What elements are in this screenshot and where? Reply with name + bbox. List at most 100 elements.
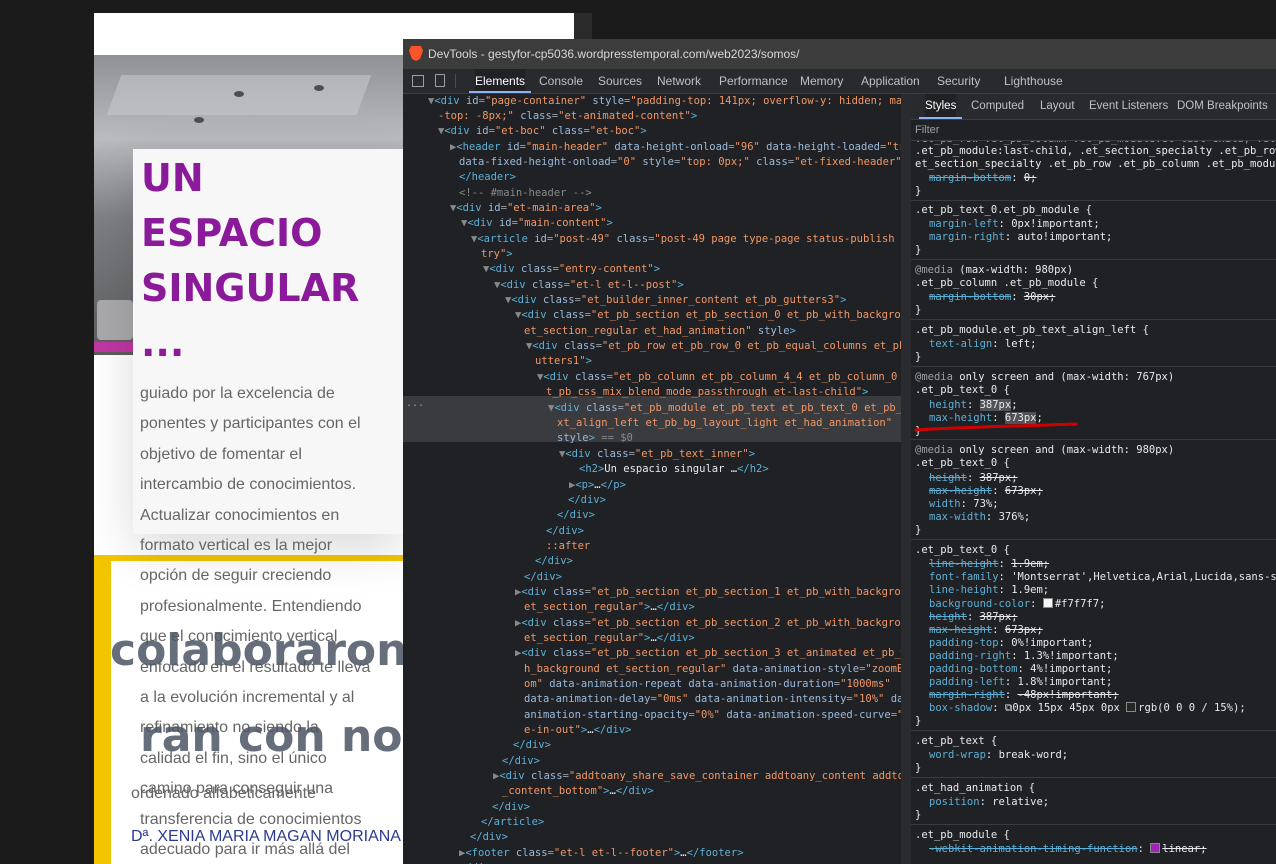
dom-line[interactable]: ▼<div id="et-boc" class="et-boc">	[438, 124, 647, 139]
styles-filter-input[interactable]	[915, 122, 1255, 138]
dom-line[interactable]: ▶<div class="addtoany_share_save_contain…	[493, 769, 901, 784]
css-declaration[interactable]: padding-left: 1.8%!important;	[929, 676, 1112, 689]
css-declaration[interactable]: margin-right: -48px!important;	[929, 689, 1119, 702]
dom-line[interactable]: </div>	[513, 738, 551, 753]
css-declaration[interactable]: -webkit-animation-timing-function: linea…	[929, 843, 1207, 856]
tab-performance[interactable]: Performance	[719, 69, 788, 93]
node-actions-ellipsis[interactable]: ...	[406, 396, 424, 411]
dom-line[interactable]: ▶<footer class="et-l et-l--footer">…</fo…	[459, 846, 744, 861]
dom-line[interactable]: animation-starting-opacity="0%" data-ani…	[524, 708, 901, 723]
dom-line[interactable]: om" data-animation-repeat data-animation…	[524, 677, 891, 692]
tab-lighthouse[interactable]: Lighthouse	[1004, 69, 1063, 93]
dom-line[interactable]: et_section_regular">…</div>	[524, 631, 695, 646]
dom-line[interactable]: try">	[481, 247, 513, 262]
css-declaration[interactable]: padding-right: 1.3%!important;	[929, 650, 1119, 663]
dom-line[interactable]: </div>	[502, 754, 540, 769]
dom-line[interactable]: ▼<div class="et_pb_column et_pb_column_4…	[537, 370, 901, 385]
css-declaration[interactable]: line-height: 1.9em;	[929, 558, 1049, 571]
color-swatch-icon[interactable]	[1042, 598, 1053, 608]
css-declaration[interactable]: font-family: 'Montserrat',Helvetica,Aria…	[929, 571, 1276, 584]
dom-line[interactable]: t_pb_css_mix_blend_mode_passthrough et-l…	[546, 385, 868, 400]
dom-line[interactable]: </article>	[481, 815, 544, 830]
dom-line[interactable]: </div>	[535, 554, 573, 569]
person-name-link[interactable]: Dª. XENIA MARIA MAGAN MORIANA	[131, 828, 401, 846]
subtab-layout[interactable]: Layout	[1040, 94, 1075, 119]
tab-network[interactable]: Network	[657, 69, 701, 93]
dom-line[interactable]: ▼<div class="et_pb_row et_pb_row_0 et_pb…	[526, 339, 901, 354]
dom-line[interactable]: et_section_regular">…</div>	[524, 600, 695, 615]
dom-line[interactable]: </div>	[492, 800, 530, 815]
tab-application[interactable]: Application	[861, 69, 920, 93]
tab-sources[interactable]: Sources	[598, 69, 642, 93]
css-declaration[interactable]: margin-right: auto!important;	[929, 231, 1112, 244]
dom-line-selected[interactable]: ▼<div class="et_pb_module et_pb_text et_…	[548, 401, 901, 416]
dom-line[interactable]: </div>	[470, 830, 508, 845]
dom-line[interactable]: utters1">	[535, 354, 592, 369]
tab-security[interactable]: Security	[937, 69, 980, 93]
dom-line[interactable]: </div>	[524, 570, 562, 585]
dom-line[interactable]: ▶<header id="main-header" data-height-on…	[450, 140, 901, 155]
dom-line[interactable]: ▼<div id="main-content">	[461, 216, 613, 231]
subtab-styles[interactable]: Styles	[918, 94, 963, 119]
dom-line[interactable]: _content_bottom">…</div>	[502, 784, 654, 799]
css-declaration[interactable]: height: 387px;	[929, 399, 1018, 412]
dom-line[interactable]: ▶<div class="et_pb_section et_pb_section…	[515, 646, 901, 661]
dom-line[interactable]: data-animation-delay="0ms" data-animatio…	[524, 692, 901, 707]
dom-line[interactable]: ▼<div class="et-l et-l--post">	[494, 278, 684, 293]
dom-line[interactable]: ▼<div class="entry-content">	[483, 262, 660, 277]
dom-line[interactable]: </div>	[568, 493, 606, 508]
dom-line[interactable]: -top: -8px;" class="et-animated-content"…	[438, 109, 697, 124]
dom-line-selected[interactable]: xt_align_left et_pb_bg_layout_light et_h…	[557, 416, 892, 431]
css-declaration[interactable]: max-width: 376%;	[929, 511, 1030, 524]
subtab-event-listeners[interactable]: Event Listeners	[1089, 94, 1168, 119]
dom-line[interactable]: ▶<div class="et_pb_section et_pb_section…	[515, 616, 901, 631]
dom-line[interactable]: ▼<div class="et_pb_text_inner">	[559, 447, 755, 462]
css-declaration[interactable]: padding-top: 0%!important;	[929, 637, 1093, 650]
dom-line[interactable]: ▼<div class="et_pb_section et_pb_section…	[515, 308, 901, 323]
dom-line[interactable]: h_background et_section_regular" data-an…	[524, 662, 901, 677]
dom-line-selected[interactable]: style> == $0	[557, 431, 633, 446]
color-swatch-icon[interactable]	[1126, 702, 1137, 712]
css-declaration[interactable]: box-shadow: ⧉0px 15px 45px 0px rgb(0 0 0…	[929, 702, 1246, 715]
tab-console[interactable]: Console	[539, 69, 583, 93]
dom-line[interactable]: ▶<div class="et_pb_section et_pb_section…	[515, 585, 901, 600]
dom-line[interactable]: data-fixed-height-onload="0" style="top:…	[459, 155, 901, 170]
dom-line[interactable]: </div>	[557, 508, 595, 523]
easing-swatch-icon[interactable]	[1150, 843, 1161, 853]
dom-line[interactable]: ::after	[546, 539, 590, 554]
css-declaration[interactable]: padding-bottom: 4%!important;	[929, 663, 1112, 676]
css-declaration[interactable]: height: 387px;	[929, 472, 1018, 485]
css-declaration[interactable]: width: 73%;	[929, 498, 999, 511]
dom-line[interactable]: ▼<div id="et-main-area">	[450, 201, 602, 216]
css-declaration[interactable]: line-height: 1.9em;	[929, 584, 1049, 597]
dom-line[interactable]: ▶<p>…</p>	[569, 478, 626, 493]
elements-dom-tree[interactable]: ... ▼<div id="page-container" style="pad…	[403, 94, 901, 864]
dom-line[interactable]: et_section_regular et_had_animation" sty…	[524, 324, 796, 339]
subtab-dom-breakpoints[interactable]: DOM Breakpoints	[1177, 94, 1268, 119]
css-declaration[interactable]: max-height: 673px;	[929, 485, 1043, 498]
dom-line[interactable]: e-in-out">…</div>	[524, 723, 632, 738]
elements-scrollbar[interactable]	[901, 94, 911, 864]
css-declaration[interactable]: background-color: #f7f7f7;	[929, 598, 1105, 611]
css-declaration[interactable]: text-align: left;	[929, 338, 1036, 351]
tab-memory[interactable]: Memory	[800, 69, 843, 93]
css-declaration[interactable]: margin-bottom: 0;	[929, 172, 1037, 185]
css-rules-list[interactable]: .et_pb_row .et_pb_column .et_pb_module.e…	[911, 141, 1276, 864]
css-declaration[interactable]: margin-bottom: 30px;	[929, 291, 1055, 304]
dom-line[interactable]: </header>	[459, 170, 516, 185]
inspect-element-icon[interactable]	[412, 75, 424, 87]
tab-elements[interactable]: Elements	[468, 69, 532, 93]
dom-line[interactable]: ▼<article id="post-49" class="post-49 pa…	[471, 232, 901, 247]
dom-line[interactable]: <h2>Un espacio singular …</h2>	[579, 462, 769, 477]
css-declaration[interactable]: margin-left: 0px!important;	[929, 218, 1100, 231]
dom-line[interactable]: ▼<div id="page-container" style="padding…	[428, 94, 901, 109]
dom-line[interactable]: ▼<div class="et_builder_inner_content et…	[505, 293, 846, 308]
subtab-computed[interactable]: Computed	[971, 94, 1024, 119]
dom-line[interactable]: <!-- #main-header -->	[459, 186, 592, 201]
css-declaration[interactable]: word-wrap: break-word;	[929, 749, 1068, 762]
css-declaration[interactable]: max-height: 673px;	[929, 624, 1043, 637]
dom-line[interactable]: </div>	[546, 524, 584, 539]
css-declaration[interactable]: position: relative;	[929, 796, 1049, 809]
css-declaration[interactable]: height: 387px;	[929, 611, 1018, 624]
device-toolbar-icon[interactable]	[435, 74, 445, 87]
